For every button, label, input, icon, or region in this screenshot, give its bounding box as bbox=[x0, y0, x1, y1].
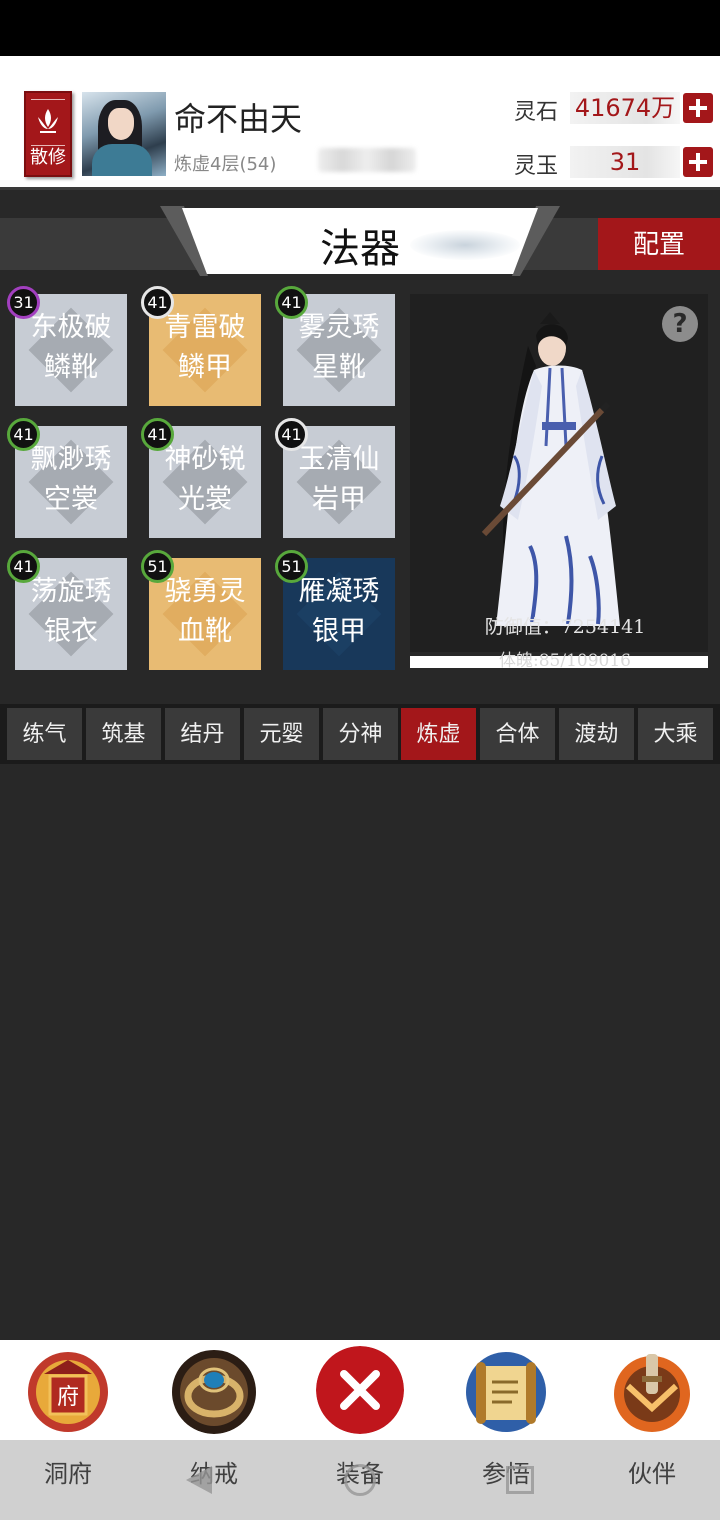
tab-realm[interactable]: 筑基 bbox=[86, 708, 161, 760]
status-bar bbox=[0, 0, 720, 56]
level-badge: 51 bbox=[141, 550, 174, 583]
mansion-sign-text: 府 bbox=[57, 1385, 79, 1410]
spirit-jade-label: 灵玉 bbox=[514, 154, 559, 179]
back-icon[interactable] bbox=[186, 1466, 212, 1494]
level-badge: 41 bbox=[275, 418, 308, 451]
tab-realm[interactable]: 练气 bbox=[7, 708, 82, 760]
blurred-id bbox=[318, 148, 416, 172]
level-badge: 41 bbox=[7, 418, 40, 451]
home-icon[interactable] bbox=[344, 1464, 376, 1496]
tab-realm[interactable]: 大乘 bbox=[638, 708, 713, 760]
avatar-face bbox=[108, 108, 134, 140]
equipment-name: 雾灵琇 星靴 bbox=[298, 312, 380, 383]
badge-divider bbox=[31, 99, 65, 100]
player-name: 命不由天 bbox=[174, 100, 303, 138]
spirit-stone-value: 41674万 bbox=[570, 92, 680, 124]
avatar[interactable] bbox=[82, 92, 166, 176]
equipment-name: 荡旋琇 银衣 bbox=[30, 576, 112, 647]
spirit-stone-label: 灵石 bbox=[514, 100, 559, 125]
equipment-name: 雁凝琇 银甲 bbox=[298, 576, 380, 647]
hp-value: 体魄:85/109016 bbox=[499, 651, 631, 671]
level-badge: 41 bbox=[7, 550, 40, 583]
level-badge: 41 bbox=[275, 286, 308, 319]
equipment-name: 神砂锐 光裳 bbox=[164, 444, 246, 515]
character-figure bbox=[481, 312, 620, 626]
tab-realm[interactable]: 结丹 bbox=[165, 708, 240, 760]
tab-realm-active[interactable]: 炼虚 bbox=[401, 708, 476, 760]
storage-ring-icon bbox=[172, 1350, 256, 1434]
sect-label: 散修 bbox=[30, 147, 66, 168]
page-title-plate: 法器 bbox=[160, 206, 560, 276]
page-title: 法器 bbox=[320, 226, 400, 272]
config-button[interactable]: 配置 bbox=[598, 218, 720, 270]
level-badge: 51 bbox=[275, 550, 308, 583]
level-badge: 31 bbox=[7, 286, 40, 319]
equipment-name: 东极破 鳞靴 bbox=[30, 312, 112, 383]
tab-realm[interactable]: 元婴 bbox=[244, 708, 319, 760]
close-icon bbox=[316, 1346, 404, 1434]
help-icon[interactable]: ? bbox=[662, 306, 698, 342]
player-header: 散修 命不由天 炼虚4层(54) 灵石 41674万 灵玉 31 bbox=[0, 56, 720, 190]
player-level: 炼虚4层(54) bbox=[174, 154, 277, 175]
sect-badge[interactable]: 散修 bbox=[24, 91, 72, 177]
add-spirit-jade-button[interactable] bbox=[683, 147, 713, 177]
tab-realm[interactable]: 合体 bbox=[480, 708, 555, 760]
recent-apps-icon[interactable] bbox=[506, 1466, 534, 1494]
lotus-icon bbox=[38, 109, 58, 133]
level-badge: 41 bbox=[141, 418, 174, 451]
level-badge: 41 bbox=[141, 286, 174, 319]
tab-realm[interactable]: 分神 bbox=[323, 708, 398, 760]
defense-value: 防御值：7254141 bbox=[484, 616, 646, 638]
equipment-name: 骁勇灵 血靴 bbox=[164, 576, 246, 647]
tab-realm[interactable]: 渡劫 bbox=[559, 708, 634, 760]
avatar-robe bbox=[92, 144, 152, 176]
equipment-name: 青雷破 鳞甲 bbox=[164, 312, 246, 383]
cave-mansion-icon: 府 bbox=[28, 1352, 108, 1432]
add-spirit-stone-button[interactable] bbox=[683, 93, 713, 123]
realm-tabs: 练气 筑基 结丹 元婴 分神 炼虚 合体 渡劫 大乘 bbox=[0, 704, 720, 764]
equipment-name: 玉清仙 岩甲 bbox=[298, 444, 380, 515]
scroll-icon bbox=[466, 1352, 546, 1432]
spirit-jade-value: 31 bbox=[570, 146, 680, 178]
companion-icon bbox=[614, 1354, 690, 1432]
equipment-name: 飘渺琇 空裳 bbox=[30, 444, 112, 515]
